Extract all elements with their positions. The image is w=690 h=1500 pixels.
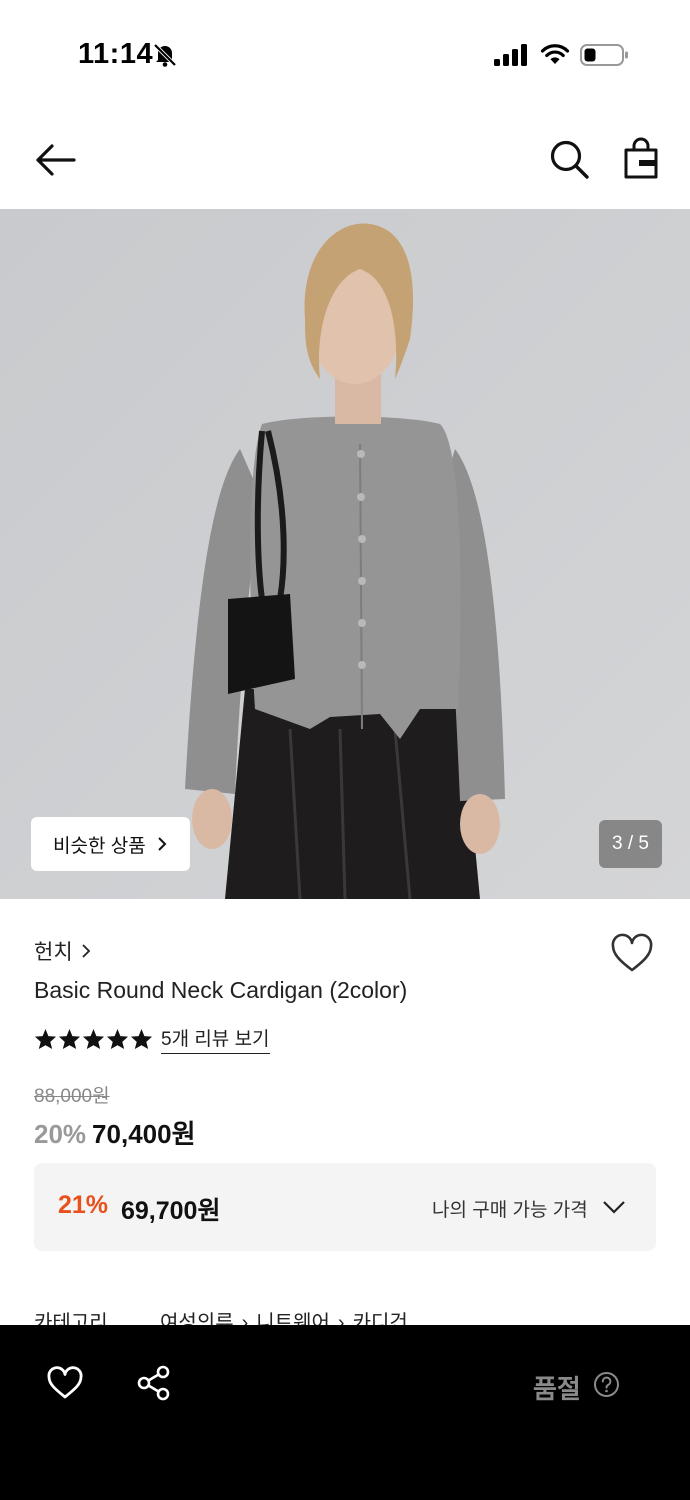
status-bar: 11:14 (0, 0, 690, 110)
wishlist-heart-icon[interactable] (610, 933, 654, 973)
status-time: 11:14 (78, 38, 154, 70)
chevron-down-icon (603, 1201, 625, 1214)
brand-link[interactable]: 헌치 (34, 936, 91, 966)
chevron-right-icon (82, 944, 90, 958)
share-icon[interactable] (136, 1365, 172, 1401)
brand-name: 헌치 (34, 941, 73, 964)
battery-icon (580, 44, 628, 66)
bell-slash-icon (153, 43, 177, 67)
category-label: 카테고리 (34, 1312, 108, 1326)
chevron-right-icon: › (241, 1312, 249, 1326)
bottom-action-bar: 품절 (0, 1325, 690, 1500)
star-icon (130, 1028, 153, 1050)
star-icon (58, 1028, 81, 1050)
category-crumb[interactable]: 카디건 (353, 1306, 408, 1326)
original-price: 88,000원 (34, 1086, 110, 1107)
soldout-status: 품절 (533, 1374, 581, 1404)
similar-products-label: 비슷한 상품 (53, 835, 146, 857)
review-link[interactable]: 5개 리뷰 보기 (161, 1024, 270, 1054)
star-icon (106, 1028, 129, 1050)
my-price-discount-rate: 21% (58, 1191, 109, 1219)
rating-row: 5개 리뷰 보기 (34, 1024, 270, 1054)
question-circle-icon[interactable] (593, 1371, 620, 1398)
sale-price: 70,400원 (92, 1119, 196, 1149)
category-crumb[interactable]: 여성의류 (160, 1306, 234, 1326)
star-icon (82, 1028, 105, 1050)
search-icon[interactable] (548, 138, 590, 180)
product-title: Basic Round Neck Cardigan (2color) (34, 977, 408, 1003)
category-crumb[interactable]: 니트웨어 (256, 1306, 330, 1326)
wifi-icon (540, 44, 570, 64)
cellular-signal-icon (494, 44, 527, 66)
my-price-amount: 69,700원 (121, 1197, 221, 1225)
star-icon (34, 1028, 57, 1050)
product-photo (0, 209, 690, 899)
price-row: 20% 70,400원 (34, 1114, 196, 1151)
similar-products-button[interactable]: 비슷한 상품 (31, 817, 190, 871)
category-breadcrumb: 카테고리 여성의류 › 니트웨어 › 카디건 (34, 1306, 634, 1326)
top-navigation (0, 120, 690, 200)
discount-rate: 20% (34, 1119, 87, 1149)
star-rating (34, 1028, 153, 1050)
my-price-label: 나의 구매 가능 가격 (432, 1200, 588, 1221)
chevron-right-icon (157, 837, 167, 851)
image-page-indicator: 3 / 5 (599, 820, 662, 868)
product-image-gallery[interactable]: 비슷한 상품 3 / 5 (0, 209, 690, 899)
chevron-right-icon: › (337, 1312, 345, 1326)
shopping-bag-icon[interactable] (620, 136, 662, 180)
arrow-left-icon[interactable] (32, 140, 78, 180)
my-price-panel[interactable]: 21% 69,700원 나의 구매 가능 가격 (34, 1163, 656, 1251)
heart-icon[interactable] (46, 1366, 84, 1400)
